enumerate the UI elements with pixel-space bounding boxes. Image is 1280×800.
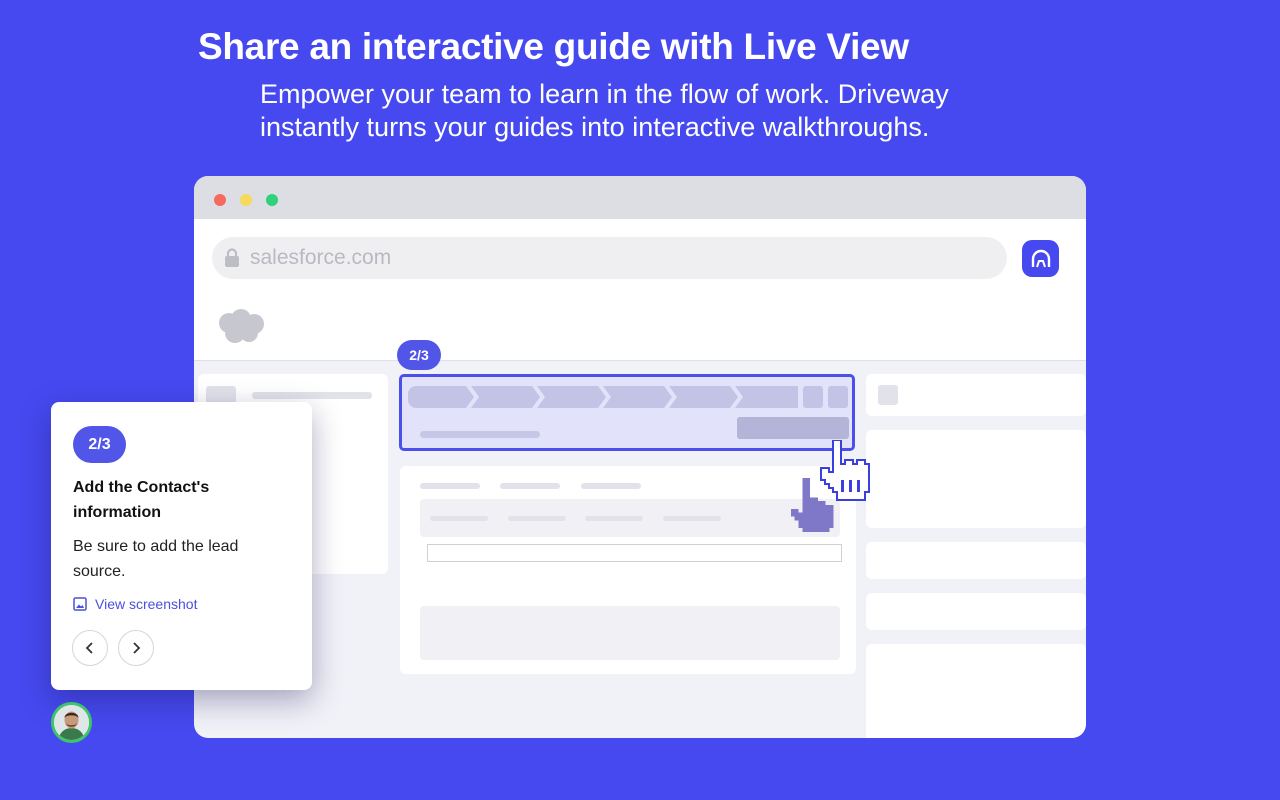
content-block (420, 606, 840, 660)
placeholder-block (878, 385, 898, 405)
view-screenshot-link[interactable]: View screenshot (73, 596, 197, 612)
window-close-dot[interactable] (214, 194, 226, 206)
salesforce-cloud-icon (219, 309, 264, 343)
record-detail-panel (400, 466, 856, 674)
browser-toolbar: salesforce.com (194, 219, 1086, 361)
right-card (866, 374, 1086, 416)
field-row (420, 499, 840, 537)
view-screenshot-label: View screenshot (95, 596, 198, 612)
placeholder-line (581, 483, 641, 489)
placeholder-line (430, 516, 488, 521)
guide-step-tooltip: 2/3 Add the Contact's information Be sur… (51, 402, 312, 690)
chevron-right-icon (133, 642, 141, 654)
window-maximize-dot[interactable] (266, 194, 278, 206)
right-card (866, 542, 1086, 579)
placeholder-line (508, 516, 566, 521)
browser-window: salesforce.com 2/3 (194, 176, 1086, 738)
right-card (866, 593, 1086, 630)
hero-subtitle-line-2: instantly turns your guides into interac… (260, 112, 930, 142)
placeholder-button (737, 417, 849, 439)
tooltip-step-badge: 2/3 (73, 426, 126, 463)
placeholder-line (420, 431, 540, 438)
tooltip-title: Add the Contact's information (73, 479, 210, 521)
driveway-extension-icon (1031, 249, 1050, 267)
placeholder-line (420, 483, 480, 489)
hero-title: Share an interactive guide with Live Vie… (198, 26, 909, 67)
hero-subtitle-line-1: Empower your team to learn in the flow o… (260, 79, 949, 109)
person-avatar-icon (54, 705, 89, 740)
step-badge: 2/3 (397, 340, 441, 370)
right-card (866, 644, 1086, 738)
previous-step-button[interactable] (72, 630, 108, 666)
window-minimize-dot[interactable] (240, 194, 252, 206)
browser-titlebar (194, 176, 1086, 219)
placeholder-line (252, 392, 372, 399)
image-icon (73, 597, 87, 611)
highlighted-path-element[interactable] (399, 374, 855, 451)
pointer-hand-cursor-icon (820, 440, 870, 502)
lock-icon (225, 248, 239, 267)
tooltip-body: Be sure to add the lead source. (73, 538, 239, 580)
next-step-button[interactable] (118, 630, 154, 666)
placeholder-line (500, 483, 560, 489)
driveway-extension-button[interactable] (1022, 240, 1059, 277)
text-input-field[interactable] (427, 544, 842, 562)
placeholder-line (663, 516, 721, 521)
address-bar[interactable]: salesforce.com (212, 237, 1007, 279)
right-card (866, 430, 1086, 528)
url-text: salesforce.com (250, 246, 392, 269)
user-avatar[interactable] (51, 702, 92, 743)
status-path-chevrons (408, 386, 848, 408)
chevron-left-icon (85, 642, 93, 654)
hero-subtitle: Empower your team to learn in the flow o… (260, 78, 1060, 144)
placeholder-line (585, 516, 643, 521)
right-sidebar (866, 374, 1086, 738)
